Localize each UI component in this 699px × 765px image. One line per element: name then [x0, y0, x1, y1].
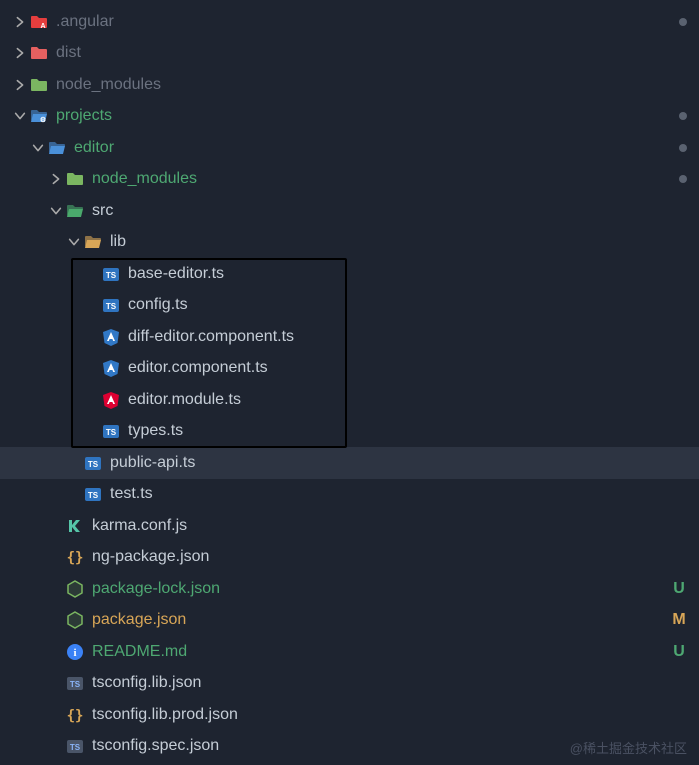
modified-dot-icon [679, 18, 687, 26]
tree-row[interactable]: types.ts [0, 416, 699, 448]
tree-row[interactable]: editor [0, 132, 699, 164]
file-label: editor [74, 139, 679, 157]
file-tree: A .angular dist node_modules ⚙ projects editor… [0, 0, 699, 762]
chevron-down-icon[interactable] [66, 234, 82, 250]
tree-row[interactable]: config.ts [0, 290, 699, 322]
file-label: node_modules [92, 170, 679, 188]
file-label: package-lock.json [92, 580, 671, 598]
file-label: types.ts [128, 422, 687, 440]
git-status-badge: U [671, 580, 687, 598]
json-brace-icon [66, 706, 84, 724]
ts-icon [102, 422, 120, 440]
chevron-right-icon[interactable] [12, 45, 28, 61]
file-label: tsconfig.lib.prod.json [92, 706, 687, 724]
file-label: tsconfig.lib.json [92, 674, 687, 692]
file-label: ng-package.json [92, 548, 687, 566]
tree-row[interactable]: editor.component.ts [0, 353, 699, 385]
tree-row[interactable]: ⚙ projects [0, 101, 699, 133]
modified-dot-icon [679, 175, 687, 183]
json-brace-icon [66, 548, 84, 566]
folder-angular-icon: A [30, 13, 48, 31]
folder-green-icon [30, 76, 48, 94]
folder-green-icon [66, 170, 84, 188]
angular-red-icon [102, 391, 120, 409]
node-icon [66, 580, 84, 598]
ts-icon [84, 485, 102, 503]
folder-open-icon [48, 139, 66, 157]
tree-row[interactable]: karma.conf.js [0, 510, 699, 542]
git-status-badge: M [671, 611, 687, 629]
svg-text:⚙: ⚙ [40, 116, 46, 124]
file-label: README.md [92, 643, 671, 661]
file-label: editor.module.ts [128, 391, 687, 409]
ts-icon [102, 265, 120, 283]
folder-yellow-open-icon [84, 233, 102, 251]
folder-red-icon [30, 44, 48, 62]
node-icon [66, 611, 84, 629]
tree-row[interactable]: editor.module.ts [0, 384, 699, 416]
file-label: karma.conf.js [92, 517, 687, 535]
file-label: public-api.ts [110, 454, 687, 472]
angular-blue-icon [102, 328, 120, 346]
tree-row[interactable]: test.ts [0, 479, 699, 511]
git-status-badge: U [671, 643, 687, 661]
file-label: base-editor.ts [128, 265, 687, 283]
chevron-down-icon[interactable] [48, 203, 64, 219]
ts-icon [102, 296, 120, 314]
tsconfig-icon [66, 737, 84, 755]
tree-row[interactable]: package-lock.jsonU [0, 573, 699, 605]
tree-row[interactable]: tsconfig.lib.prod.json [0, 699, 699, 731]
angular-blue-icon [102, 359, 120, 377]
file-label: package.json [92, 611, 671, 629]
watermark: @稀土掘金技术社区 [570, 738, 687, 757]
modified-dot-icon [679, 144, 687, 152]
tree-row[interactable]: tsconfig.lib.json [0, 668, 699, 700]
tree-row[interactable]: node_modules [0, 164, 699, 196]
file-label: test.ts [110, 485, 687, 503]
chevron-right-icon[interactable] [12, 14, 28, 30]
chevron-down-icon[interactable] [12, 108, 28, 124]
info-icon [66, 643, 84, 661]
karma-icon [66, 517, 84, 535]
tree-row[interactable]: base-editor.ts [0, 258, 699, 290]
file-label: projects [56, 107, 679, 125]
tree-row[interactable]: ng-package.json [0, 542, 699, 574]
svg-text:A: A [40, 23, 45, 30]
tree-row[interactable]: dist [0, 38, 699, 70]
chevron-right-icon[interactable] [48, 171, 64, 187]
file-label: src [92, 202, 687, 220]
folder-blue-open-icon: ⚙ [30, 107, 48, 125]
tree-row[interactable]: README.mdU [0, 636, 699, 668]
chevron-right-icon[interactable] [12, 77, 28, 93]
file-label: diff-editor.component.ts [128, 328, 687, 346]
file-label: dist [56, 44, 687, 62]
file-label: node_modules [56, 76, 687, 94]
tree-row[interactable]: A .angular [0, 6, 699, 38]
file-label: lib [110, 233, 687, 251]
ts-icon [84, 454, 102, 472]
chevron-down-icon[interactable] [30, 140, 46, 156]
file-label: config.ts [128, 296, 687, 314]
modified-dot-icon [679, 112, 687, 120]
tree-row[interactable]: node_modules [0, 69, 699, 101]
file-label: .angular [56, 13, 679, 31]
file-label: editor.component.ts [128, 359, 687, 377]
tree-row[interactable]: package.jsonM [0, 605, 699, 637]
tree-row[interactable]: public-api.ts [0, 447, 699, 479]
tree-row[interactable]: diff-editor.component.ts [0, 321, 699, 353]
tsconfig-icon [66, 674, 84, 692]
tree-row[interactable]: src [0, 195, 699, 227]
folder-src-open-icon [66, 202, 84, 220]
tree-row[interactable]: lib [0, 227, 699, 259]
